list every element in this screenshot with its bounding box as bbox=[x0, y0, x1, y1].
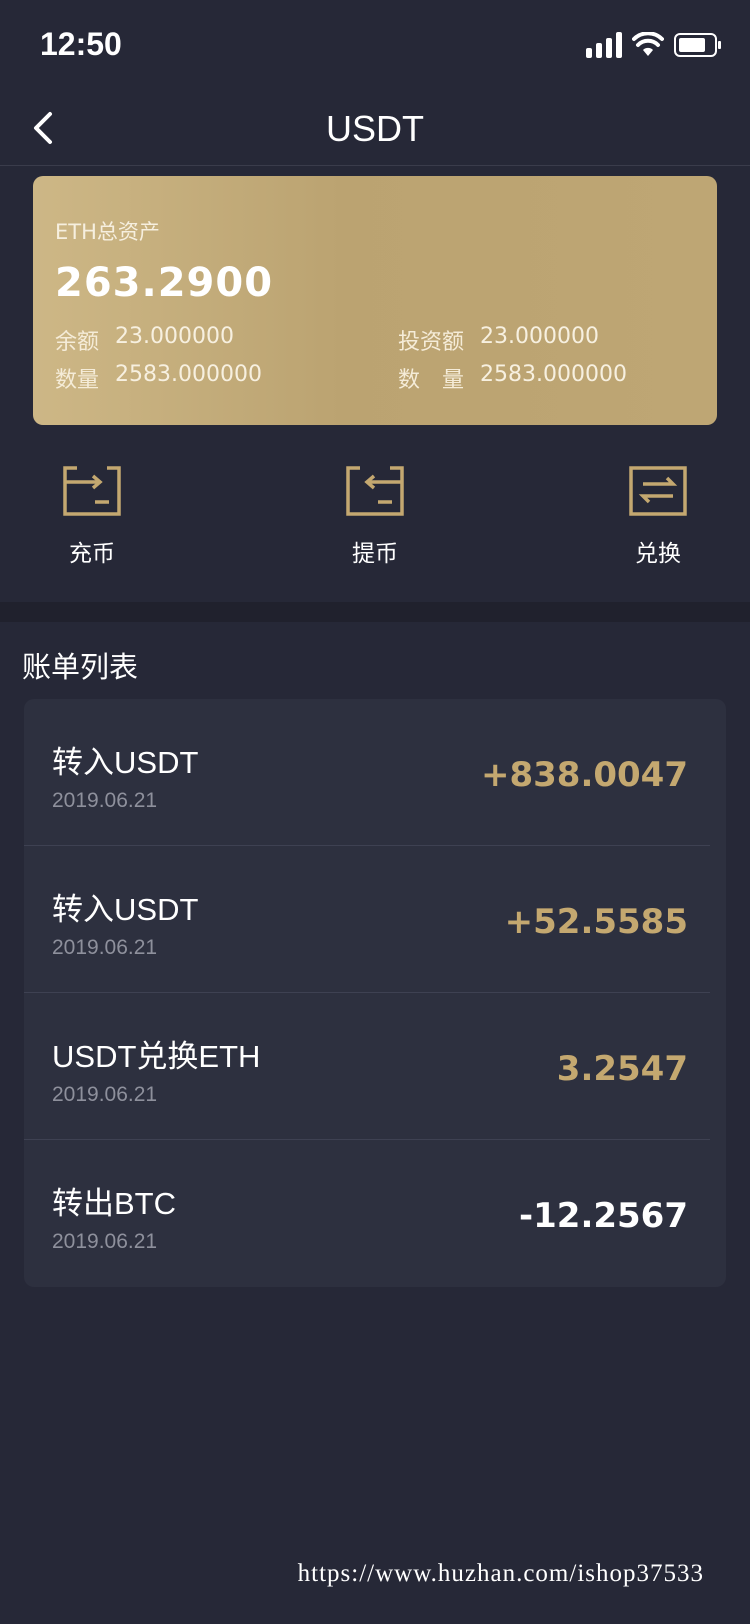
wifi-icon bbox=[632, 32, 664, 56]
bill-title: 转入USDT bbox=[52, 745, 199, 780]
total-assets-value: 263.2900 bbox=[55, 260, 274, 306]
battery-icon bbox=[674, 33, 721, 57]
balance-row: 余额 23.000000 bbox=[55, 324, 234, 356]
nav-bar: USDT bbox=[0, 90, 750, 166]
bill-date: 2019.06.21 bbox=[52, 1083, 158, 1106]
quantity-label: 数量 bbox=[55, 368, 100, 393]
invest-label: 投资额 bbox=[398, 330, 465, 355]
withdraw-icon bbox=[346, 466, 404, 516]
quantity-row-left: 数量 2583.000000 bbox=[55, 362, 262, 394]
list-item[interactable]: 转入USDT 2019.06.21 +838.0047 bbox=[24, 699, 726, 846]
deposit-icon bbox=[63, 466, 121, 516]
status-bar: 12:50 bbox=[0, 0, 750, 90]
balance-label: 余额 bbox=[55, 330, 100, 355]
page-title: USDT bbox=[326, 108, 424, 149]
quantity-label: 数 量 bbox=[398, 368, 465, 393]
bill-title: 转入USDT bbox=[52, 892, 199, 927]
withdraw-label: 提币 bbox=[352, 541, 398, 567]
status-icons bbox=[586, 30, 722, 60]
deposit-label: 充币 bbox=[69, 541, 115, 567]
total-assets-label: ETH总资产 bbox=[55, 220, 160, 244]
deposit-button[interactable]: 充币 bbox=[32, 464, 152, 568]
list-item[interactable]: 转出BTC 2019.06.21 -12.2567 bbox=[24, 1140, 726, 1287]
bill-date: 2019.06.21 bbox=[52, 1230, 158, 1253]
balance-value: 23.000000 bbox=[115, 324, 234, 349]
bill-date: 2019.06.21 bbox=[52, 936, 158, 959]
exchange-label: 兑换 bbox=[635, 541, 681, 567]
signal-icon bbox=[586, 32, 622, 58]
bill-title: USDT兑换ETH bbox=[52, 1039, 261, 1074]
exchange-icon bbox=[629, 466, 687, 516]
quantity-row-right: 数 量 2583.000000 bbox=[398, 362, 627, 394]
quantity-value: 2583.000000 bbox=[480, 362, 627, 387]
section-divider bbox=[0, 602, 750, 622]
bill-date: 2019.06.21 bbox=[52, 789, 158, 812]
list-item[interactable]: USDT兑换ETH 2019.06.21 3.2547 bbox=[24, 993, 726, 1140]
watermark-url: https://www.huzhan.com/ishop37533 bbox=[297, 1560, 704, 1587]
withdraw-button[interactable]: 提币 bbox=[315, 464, 435, 568]
action-bar: 充币 提币 兑换 bbox=[0, 430, 750, 602]
bill-amount: +838.0047 bbox=[480, 755, 688, 795]
bill-title: 转出BTC bbox=[52, 1186, 176, 1221]
bill-amount: -12.2567 bbox=[519, 1196, 688, 1236]
invest-row: 投资额 23.000000 bbox=[398, 324, 599, 356]
bill-list: 转入USDT 2019.06.21 +838.0047 转入USDT 2019.… bbox=[24, 699, 726, 1287]
bill-amount: +52.5585 bbox=[504, 902, 688, 942]
bill-list-title: 账单列表 bbox=[22, 650, 139, 684]
bill-amount: 3.2547 bbox=[556, 1049, 688, 1089]
status-time: 12:50 bbox=[40, 26, 122, 62]
invest-value: 23.000000 bbox=[480, 324, 599, 349]
asset-card: ETH总资产 263.2900 余额 23.000000 投资额 23.0000… bbox=[33, 176, 717, 425]
list-item[interactable]: 转入USDT 2019.06.21 +52.5585 bbox=[24, 846, 726, 993]
quantity-value: 2583.000000 bbox=[115, 362, 262, 387]
exchange-button[interactable]: 兑换 bbox=[598, 464, 718, 568]
